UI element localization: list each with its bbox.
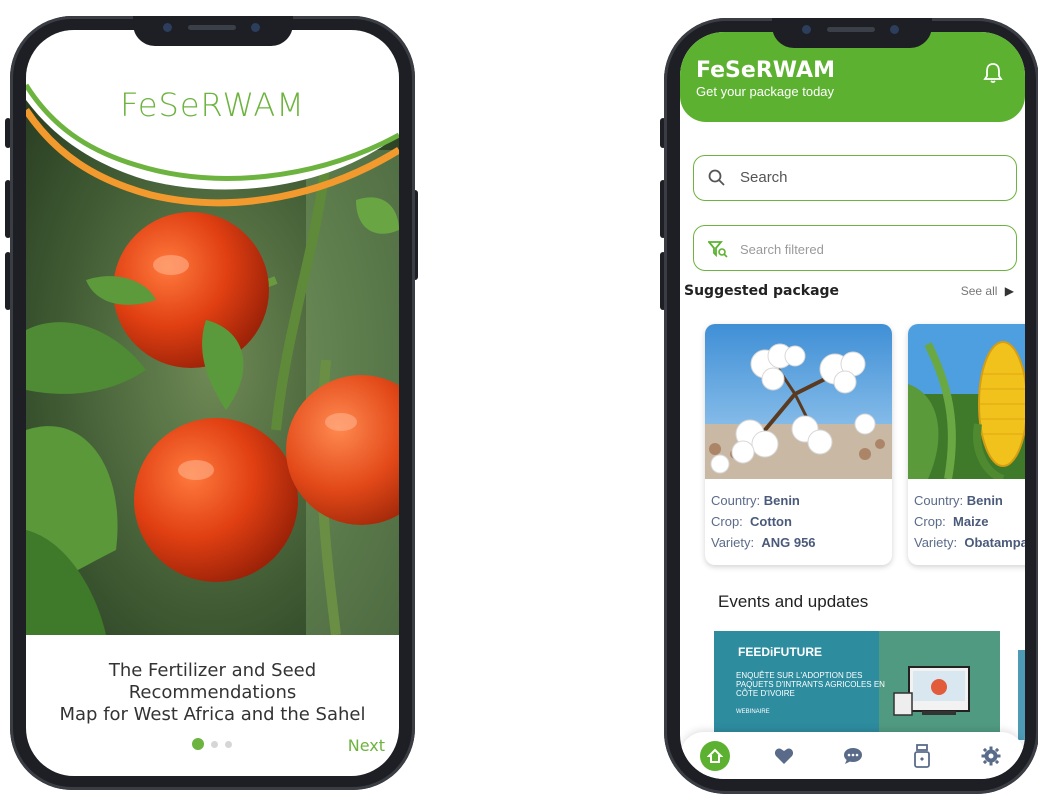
heart-icon bbox=[774, 748, 793, 764]
country-label: Country: bbox=[711, 493, 761, 508]
app-title: FeSeRWAM bbox=[120, 86, 305, 124]
package-card[interactable]: Country: Benin Crop: Maize Variety: Obat… bbox=[908, 324, 1025, 565]
filter-search-icon bbox=[708, 241, 728, 258]
nav-home[interactable] bbox=[699, 740, 730, 771]
nav-chat[interactable] bbox=[838, 741, 868, 771]
speaker-grille bbox=[826, 27, 875, 32]
country-row: Country: Benin bbox=[711, 490, 886, 511]
settings-icon bbox=[981, 746, 1000, 765]
crop-row: Crop: Cotton bbox=[711, 511, 886, 532]
package-icon bbox=[913, 743, 930, 768]
onboarding-phone: FeSeRWAM The Fertilizer and Seed Recomme… bbox=[10, 16, 415, 790]
nav-packages[interactable] bbox=[907, 741, 937, 771]
banner-brand: FEEDiFUTURE bbox=[738, 645, 822, 659]
maize-image bbox=[908, 324, 1025, 483]
speaker-grille bbox=[187, 25, 236, 30]
country-row: Country: Benin bbox=[914, 490, 1025, 511]
pagination-dots bbox=[192, 738, 232, 750]
section-title: Suggested package bbox=[684, 283, 840, 299]
search-filtered-placeholder: Search filtered bbox=[740, 242, 824, 257]
caption-line-1: The Fertilizer and Seed Recommendations bbox=[108, 660, 317, 703]
home-phone: FeSeRWAM Get your package today Search S… bbox=[664, 18, 1038, 794]
sensor-icon bbox=[889, 25, 899, 34]
crop-row: Crop: Maize bbox=[914, 511, 1025, 532]
home-screen: FeSeRWAM Get your package today Search S… bbox=[680, 32, 1025, 779]
cotton-image bbox=[705, 324, 892, 479]
see-all-link[interactable]: See all ▶ bbox=[961, 284, 1014, 298]
events-title: Events and updates bbox=[718, 592, 869, 611]
caption-line-2: Map for West Africa and the Sahel bbox=[59, 704, 366, 725]
page-dot[interactable] bbox=[211, 740, 218, 748]
phone-notch bbox=[132, 16, 293, 46]
search-placeholder: Search bbox=[740, 169, 788, 186]
search-icon bbox=[708, 169, 725, 186]
page-dot[interactable] bbox=[225, 740, 232, 748]
banner-tag: WEBINAIRE bbox=[736, 709, 770, 715]
crop-label: Crop: bbox=[914, 514, 946, 529]
sensor-icon bbox=[250, 23, 260, 32]
nav-favorites[interactable] bbox=[769, 741, 799, 771]
nav-settings[interactable] bbox=[976, 741, 1006, 771]
variety-row: Variety: ANG 956 bbox=[711, 532, 886, 553]
crop-value: Maize bbox=[953, 514, 989, 529]
bell-icon[interactable] bbox=[983, 62, 1003, 84]
camera-icon bbox=[801, 25, 811, 34]
chat-icon bbox=[843, 747, 862, 764]
variety-row: Variety: Obatampa bbox=[914, 532, 1025, 553]
search-input[interactable]: Search bbox=[693, 155, 1017, 201]
package-card[interactable]: Country: Benin Crop: Cotton Variety: ANG… bbox=[705, 324, 892, 565]
country-label: Country: bbox=[914, 493, 964, 508]
variety-value: ANG 956 bbox=[761, 535, 816, 550]
header-subtitle: Get your package today bbox=[696, 84, 835, 99]
page-dot-active[interactable] bbox=[192, 738, 204, 750]
phone-notch bbox=[771, 18, 932, 48]
crop-value: Cotton bbox=[750, 514, 792, 529]
package-info: Country: Benin Crop: Cotton Variety: ANG… bbox=[705, 484, 892, 559]
variety-label: Variety: bbox=[711, 535, 755, 550]
see-all-label: See all bbox=[960, 284, 998, 298]
banner-text: ENQUÊTE SUR L'ADOPTION DES PAQUETS D'INT… bbox=[736, 671, 885, 698]
app-description: The Fertilizer and Seed Recommendations … bbox=[26, 660, 399, 726]
next-button[interactable]: Next bbox=[348, 736, 385, 755]
event-banner[interactable]: FEEDiFUTURE ENQUÊTE SUR L'ADOPTION DES P… bbox=[714, 631, 1000, 741]
crop-label: Crop: bbox=[711, 514, 743, 529]
caret-right-icon: ▶ bbox=[1004, 284, 1014, 298]
home-icon bbox=[699, 740, 730, 771]
header-title: FeSeRWAM bbox=[696, 58, 835, 83]
event-banner-next[interactable] bbox=[1018, 650, 1025, 740]
bottom-nav bbox=[680, 732, 1025, 779]
camera-icon bbox=[162, 23, 172, 32]
country-value: Benin bbox=[966, 493, 1003, 508]
variety-value: Obatampa bbox=[964, 535, 1025, 550]
variety-label: Variety: bbox=[914, 535, 958, 550]
search-filtered-input[interactable]: Search filtered bbox=[693, 225, 1017, 271]
package-info: Country: Benin Crop: Maize Variety: Obat… bbox=[908, 484, 1025, 559]
country-value: Benin bbox=[763, 493, 800, 508]
suggested-header: Suggested package See all ▶ bbox=[684, 282, 1014, 300]
onboarding-screen: FeSeRWAM The Fertilizer and Seed Recomme… bbox=[26, 30, 399, 776]
